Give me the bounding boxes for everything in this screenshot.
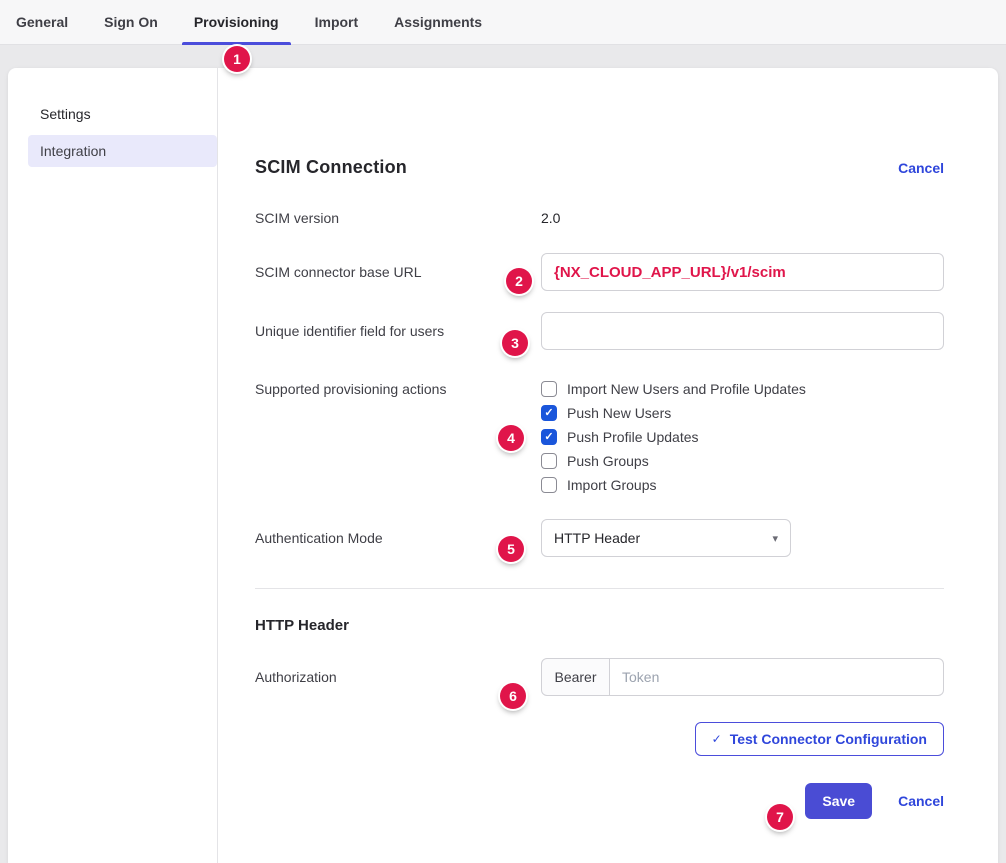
scim-connection-panel: SCIM Connection Cancel SCIM version 2.0 … <box>218 68 998 863</box>
page-title: SCIM Connection <box>255 157 407 178</box>
tab-sign-on[interactable]: Sign On <box>92 0 170 44</box>
scim-version-label: SCIM version <box>255 210 541 226</box>
save-button[interactable]: Save <box>805 783 872 819</box>
provisioning-option-label: Import Groups <box>567 477 656 493</box>
test-connector-button[interactable]: ✓ Test Connector Configuration <box>695 722 944 756</box>
sidebar-item-integration[interactable]: Integration <box>28 135 217 167</box>
checkbox-checked-icon[interactable]: ✓ <box>541 429 557 445</box>
sidebar: Settings Integration <box>8 68 218 863</box>
authorization-input-group: Bearer <box>541 658 944 696</box>
unique-identifier-label: Unique identifier field for users <box>255 323 541 339</box>
test-connector-button-label: Test Connector Configuration <box>730 731 927 747</box>
bearer-prefix: Bearer <box>541 658 610 696</box>
unique-identifier-input[interactable] <box>541 312 944 350</box>
checkbox-unchecked-icon[interactable] <box>541 381 557 397</box>
provisioning-option[interactable]: Import New Users and Profile Updates <box>541 377 806 401</box>
provisioning-actions-label: Supported provisioning actions <box>255 377 541 401</box>
chevron-down-icon: ▾ <box>772 532 778 545</box>
auth-mode-row: Authentication Mode HTTP Header ▾ <box>255 519 944 557</box>
base-url-row: SCIM connector base URL <box>255 253 944 291</box>
scim-version-value: 2.0 <box>541 210 560 226</box>
provisioning-options-list: Import New Users and Profile Updates ✓ Pus… <box>541 377 806 497</box>
content-card: Settings Integration SCIM Connection Can… <box>8 68 998 863</box>
provisioning-option[interactable]: ✓ Push Profile Updates <box>541 425 806 449</box>
provisioning-option-label: Push Groups <box>567 453 649 469</box>
sidebar-heading-settings: Settings <box>8 98 217 135</box>
panel-header: SCIM Connection Cancel <box>255 157 944 178</box>
authorization-row: Authorization Bearer <box>255 658 944 696</box>
provisioning-option-label: Push New Users <box>567 405 671 421</box>
step-badge-7: 7 <box>767 804 793 830</box>
checkbox-checked-icon[interactable]: ✓ <box>541 405 557 421</box>
tab-assignments[interactable]: Assignments <box>382 0 494 44</box>
token-input[interactable] <box>610 658 944 696</box>
provisioning-option[interactable]: ✓ Push New Users <box>541 401 806 425</box>
provisioning-actions-row: Supported provisioning actions Import Ne… <box>255 377 944 497</box>
base-url-input[interactable] <box>541 253 944 291</box>
provisioning-option-label: Import New Users and Profile Updates <box>567 381 806 397</box>
step-badge-5: 5 <box>498 536 524 562</box>
step-badge-2: 2 <box>506 268 532 294</box>
tab-provisioning[interactable]: Provisioning <box>182 0 291 44</box>
http-header-section-title: HTTP Header <box>255 617 944 634</box>
cancel-link-top[interactable]: Cancel <box>898 160 944 176</box>
step-badge-1: 1 <box>224 46 250 72</box>
tab-general[interactable]: General <box>4 0 80 44</box>
checkbox-unchecked-icon[interactable] <box>541 453 557 469</box>
auth-mode-select[interactable]: HTTP Header ▾ <box>541 519 791 557</box>
tab-import[interactable]: Import <box>303 0 371 44</box>
test-connector-row: ✓ Test Connector Configuration <box>255 722 944 756</box>
provisioning-option[interactable]: Push Groups <box>541 449 806 473</box>
cancel-link-bottom[interactable]: Cancel <box>898 793 944 809</box>
step-badge-4: 4 <box>498 425 524 451</box>
provisioning-option-label: Push Profile Updates <box>567 429 699 445</box>
auth-mode-selected-value: HTTP Header <box>554 530 640 546</box>
section-divider <box>255 588 944 589</box>
unique-identifier-row: Unique identifier field for users <box>255 312 944 350</box>
save-row: Save Cancel <box>255 783 944 819</box>
authorization-label: Authorization <box>255 669 541 685</box>
checkbox-unchecked-icon[interactable] <box>541 477 557 493</box>
check-icon: ✓ <box>712 732 722 746</box>
scim-version-row: SCIM version 2.0 <box>255 210 944 226</box>
base-url-label: SCIM connector base URL <box>255 264 541 280</box>
step-badge-3: 3 <box>502 330 528 356</box>
step-badge-6: 6 <box>500 683 526 709</box>
provisioning-option[interactable]: Import Groups <box>541 473 806 497</box>
app-tabbar: General Sign On Provisioning Import Assi… <box>0 0 1006 45</box>
